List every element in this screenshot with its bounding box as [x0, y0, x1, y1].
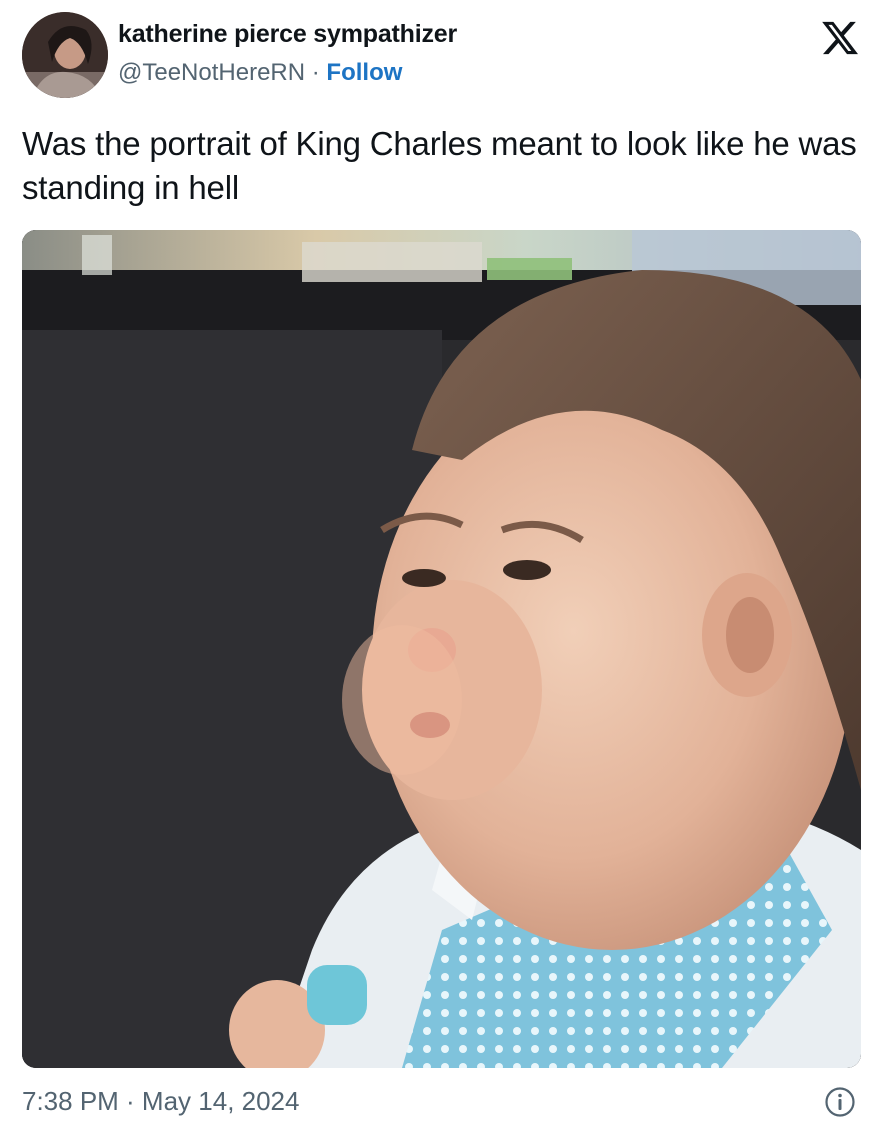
avatar-image	[22, 12, 108, 98]
tweet-media-image[interactable]	[22, 230, 861, 1068]
timestamp[interactable]: 7:38 PM · May 14, 2024	[22, 1086, 299, 1117]
author-info: katherine pierce sympathizer @TeeNotHere…	[118, 20, 457, 87]
handle-row: @TeeNotHereRN · Follow	[118, 59, 457, 87]
tweet-card: katherine pierce sympathizer @TeeNotHere…	[0, 0, 890, 1128]
tweet-text: Was the portrait of King Charles meant t…	[22, 125, 857, 206]
x-logo-icon[interactable]	[820, 18, 860, 58]
follow-button[interactable]: Follow	[326, 59, 402, 86]
info-icon[interactable]	[824, 1086, 856, 1118]
display-name[interactable]: katherine pierce sympathizer	[118, 20, 457, 49]
toddler-photo	[22, 230, 861, 1068]
avatar[interactable]	[22, 12, 108, 98]
separator: ·	[305, 59, 327, 86]
handle[interactable]: @TeeNotHereRN	[118, 59, 305, 86]
